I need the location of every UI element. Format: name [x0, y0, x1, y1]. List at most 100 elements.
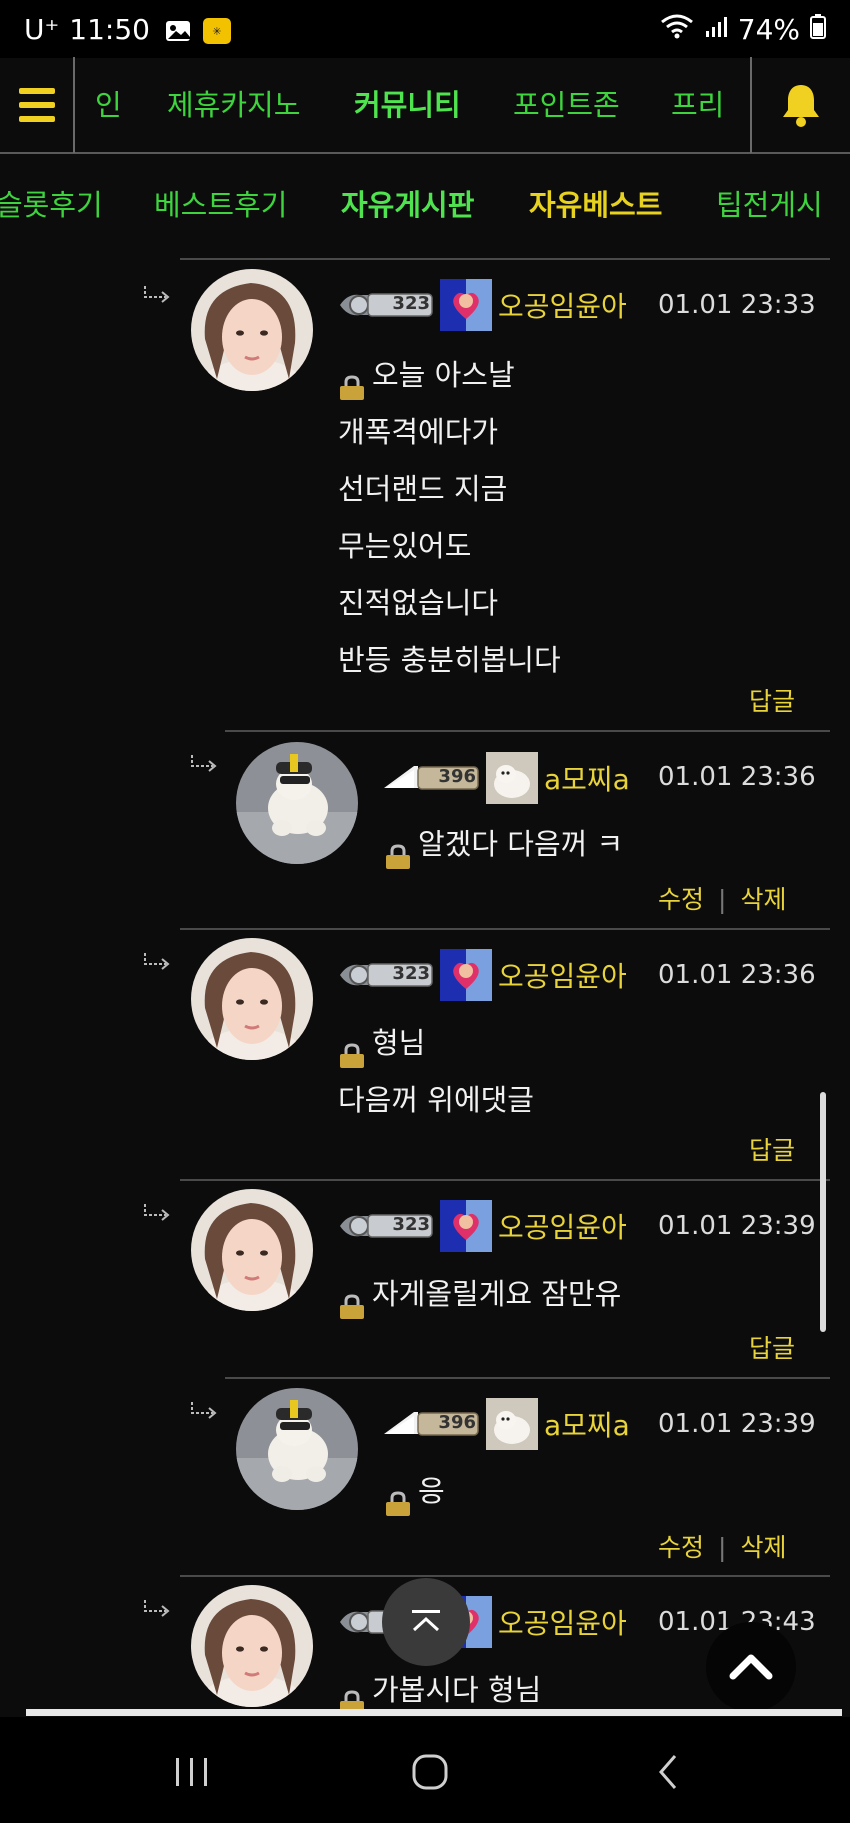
delete-button[interactable]: 삭제 [740, 885, 786, 914]
back-icon[interactable] [628, 1737, 708, 1807]
scroll-up-button[interactable] [382, 1578, 470, 1666]
top-nav-item-community[interactable]: 커뮤니티 [354, 57, 461, 153]
avatar[interactable] [236, 1388, 358, 1510]
bell-icon[interactable] [750, 57, 850, 153]
top-nav-item-login[interactable]: 인 [95, 57, 122, 153]
user-icon-image [486, 1398, 538, 1450]
comment-line: 오늘 아스날 [372, 358, 515, 392]
avatar[interactable] [191, 269, 313, 391]
level-badge: 323 [338, 1210, 434, 1242]
divider [225, 730, 830, 732]
chevron-up-icon [729, 1654, 773, 1680]
edit-button[interactable]: 수정 [658, 885, 704, 914]
comment-time: 01.01 23:36 [658, 960, 816, 990]
reply-arrow-icon [144, 286, 170, 303]
clock: 11:50 [69, 12, 150, 46]
divider [180, 1179, 830, 1181]
level-badge: 323 [338, 959, 434, 991]
reply-arrow-icon [191, 755, 217, 772]
nickname[interactable]: 오공임윤아 [498, 285, 627, 325]
comment-actions: 수정 | 삭제 [658, 885, 787, 914]
nickname[interactable]: 오공임윤아 [498, 1602, 627, 1642]
comment-content: 알겠다 다음꺼 ㅋ [384, 816, 623, 873]
reply-arrow-icon [144, 1600, 170, 1617]
comment-line: 무는있어도 [338, 529, 472, 563]
comment-content: 오늘 아스날 개폭격에다가 선더랜드 지금 무는있어도 진적없습니다 반등 충분… [338, 347, 561, 689]
comment-time: 01.01 23:39 [658, 1211, 816, 1241]
comment-meta: 396 a모찌a [384, 752, 630, 804]
level-badge: 323 [338, 289, 434, 321]
comment-time: 01.01 23:39 [658, 1409, 816, 1439]
comment-content: 자게올릴게요 잠만유 [338, 1266, 621, 1323]
lock-icon [384, 832, 412, 869]
comment-meta: 323 오공임윤아 [338, 1200, 627, 1252]
comment-meta: 323 오공임윤아 [338, 279, 627, 331]
sub-nav-item-best-review[interactable]: 베스트후기 [154, 156, 287, 254]
reply-button[interactable]: 답글 [749, 1131, 795, 1167]
nickname[interactable]: 오공임윤아 [498, 1206, 627, 1246]
bottom-edge-bar [26, 1709, 842, 1716]
level-number: 396 [438, 766, 476, 787]
top-nav-item-point-zone[interactable]: 포인트존 [513, 57, 620, 153]
edit-button[interactable]: 수정 [658, 1533, 704, 1562]
nickname[interactable]: 오공임윤아 [498, 955, 627, 995]
back-to-top-button[interactable] [706, 1622, 796, 1712]
avatar[interactable] [236, 742, 358, 864]
signal-icon [704, 13, 728, 46]
reply-arrow-icon [191, 1402, 217, 1419]
user-icon-image [486, 752, 538, 804]
status-right: 74% [660, 13, 826, 46]
chevron-up-icon [412, 1610, 440, 1632]
delete-button[interactable]: 삭제 [740, 1533, 786, 1562]
status-bar: U⁺ 11:50 ✳ 74% [0, 0, 850, 58]
lock-icon [338, 1031, 366, 1068]
level-badge: 396 [384, 762, 480, 794]
sub-nav-item-tip-board[interactable]: 팁전게시 [716, 156, 823, 254]
top-nav-item-partner-casino[interactable]: 제휴카지노 [167, 57, 300, 153]
hamburger-icon[interactable] [0, 57, 75, 153]
nickname[interactable]: a모찌a [544, 1404, 630, 1444]
recent-apps-icon[interactable] [152, 1737, 232, 1807]
gallery-icon [164, 17, 192, 41]
comment-time: 01.01 23:36 [658, 762, 816, 792]
level-number: 323 [392, 1214, 430, 1235]
divider [180, 928, 830, 930]
app-root: U⁺ 11:50 ✳ 74% 인 제휴카지노 커뮤니티 포인트존 프리 슬롯후기… [0, 0, 850, 1823]
comment-line: 자게올릴게요 잠만유 [372, 1277, 622, 1311]
comment-time: 01.01 23:33 [658, 290, 816, 320]
top-nav: 인 제휴카지노 커뮤니티 포인트존 프리 [0, 57, 850, 154]
comment-meta: 396 a모찌a [384, 1398, 630, 1450]
comment-content: 형님 다음꺼 위에댓글 [338, 1015, 534, 1129]
reply-button[interactable]: 답글 [749, 1329, 795, 1365]
comment-line: 알겠다 다음꺼 ㅋ [418, 827, 624, 861]
sub-nav-item-slot-review[interactable]: 슬롯후기 [0, 156, 103, 254]
wifi-icon [660, 13, 694, 46]
scrollbar[interactable] [820, 1092, 826, 1332]
comment-line: 선더랜드 지금 [338, 472, 508, 506]
nickname[interactable]: a모찌a [544, 758, 630, 798]
top-nav-item-free[interactable]: 프리 [671, 57, 724, 153]
sub-nav: 슬롯후기 베스트후기 자유게시판 자유베스트 팁전게시 [0, 156, 850, 254]
reply-arrow-icon [144, 1204, 170, 1221]
svg-text:✳: ✳ [212, 25, 221, 38]
avatar[interactable] [191, 1189, 313, 1311]
level-badge: 396 [384, 1408, 480, 1440]
user-icon-image [440, 949, 492, 1001]
sub-nav-item-free-board[interactable]: 자유게시판 [341, 156, 474, 254]
comment-line: 다음꺼 위에댓글 [338, 1083, 534, 1117]
comment-line: 반등 충분히봅니다 [338, 643, 561, 677]
top-nav-items: 인 제휴카지노 커뮤니티 포인트존 프리 [75, 57, 750, 153]
level-number: 323 [392, 293, 430, 314]
comment-line: 진적없습니다 [338, 586, 499, 620]
lock-icon [338, 1282, 366, 1319]
level-number: 396 [438, 1412, 476, 1433]
divider [180, 258, 830, 260]
carrier-label: U⁺ [24, 12, 60, 46]
avatar[interactable] [191, 1585, 313, 1707]
avatar[interactable] [191, 938, 313, 1060]
reply-button[interactable]: 답글 [749, 682, 795, 718]
home-icon[interactable] [390, 1737, 470, 1807]
comment-actions: 수정 | 삭제 [658, 1533, 787, 1562]
sub-nav-item-free-best[interactable]: 자유베스트 [529, 156, 662, 254]
lock-icon [338, 363, 366, 400]
